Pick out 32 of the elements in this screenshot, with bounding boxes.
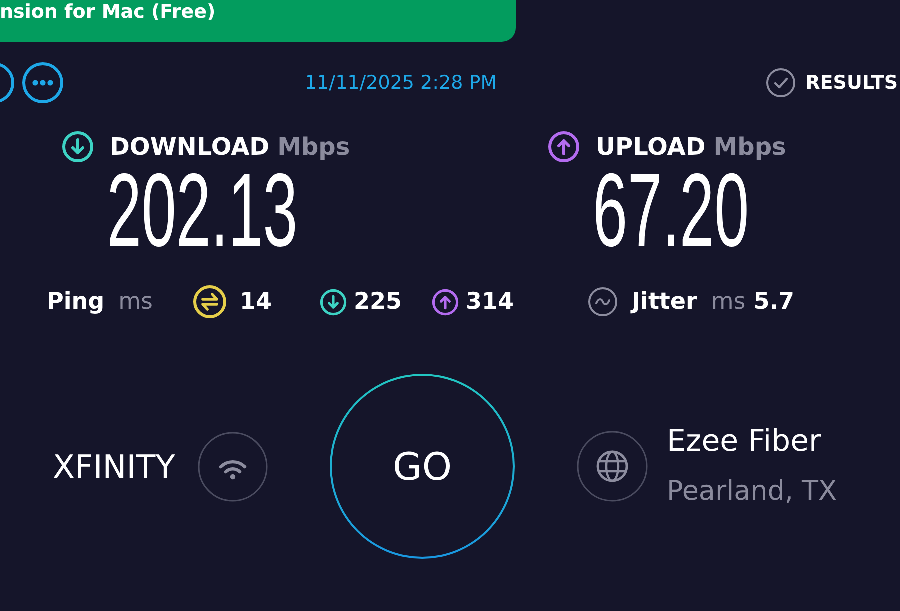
ping-value: 14 bbox=[240, 289, 272, 315]
speed-value: 67.20 bbox=[593, 171, 750, 251]
provider-name: XFINITY bbox=[53, 448, 176, 486]
wifi-icon[interactable] bbox=[198, 432, 268, 502]
banner-button[interactable]: nsion for Mac (Free) bbox=[0, 0, 516, 42]
speed-label: UPLOAD bbox=[596, 133, 706, 161]
more-icon[interactable] bbox=[22, 62, 64, 104]
exchange-arrows-icon bbox=[193, 285, 227, 319]
upload-icon bbox=[432, 288, 459, 316]
ping-value: 314 bbox=[466, 289, 514, 315]
download-icon bbox=[62, 131, 94, 163]
server-name: Ezee Fiber bbox=[667, 422, 822, 460]
server-location: Pearland, TX bbox=[667, 474, 838, 508]
unit-label: ms bbox=[711, 289, 746, 315]
speed-label: DOWNLOAD bbox=[110, 133, 270, 161]
ping-value: 225 bbox=[354, 289, 402, 315]
unit-label: Mbps bbox=[714, 133, 786, 161]
ring-icon[interactable] bbox=[0, 62, 14, 104]
jitter-label: Jitter bbox=[632, 289, 698, 315]
unit-label: ms bbox=[118, 289, 153, 315]
download-icon bbox=[320, 288, 347, 316]
results-button[interactable]: RESULTS bbox=[766, 68, 898, 98]
upload-icon bbox=[548, 131, 580, 163]
ping-label: Ping bbox=[47, 289, 105, 315]
go-button[interactable]: GO bbox=[330, 374, 515, 559]
timestamp-text: 11/11/2025 2:28 PM bbox=[305, 72, 498, 94]
speed-value: 202.13 bbox=[107, 171, 298, 251]
unit-label: Mbps bbox=[278, 133, 350, 161]
globe-icon[interactable] bbox=[577, 431, 648, 502]
wave-icon bbox=[588, 287, 618, 317]
check-icon bbox=[766, 68, 796, 98]
jitter-value: 5.7 bbox=[754, 289, 795, 315]
